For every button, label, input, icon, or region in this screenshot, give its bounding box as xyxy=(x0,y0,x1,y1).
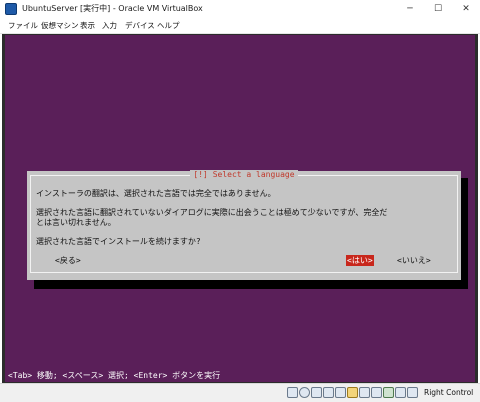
dialog-title: [!] Select a language xyxy=(190,170,298,179)
minimize-button[interactable]: ─ xyxy=(396,0,424,18)
vm-status-bar: Right Control xyxy=(0,383,480,402)
no-button[interactable]: <いいえ> xyxy=(397,255,431,266)
virtualbox-icon xyxy=(5,3,17,15)
optical-drive-icon[interactable] xyxy=(299,387,310,398)
network-icon[interactable] xyxy=(323,387,334,398)
display-icon[interactable] xyxy=(359,387,370,398)
menu-help[interactable]: ヘルプ xyxy=(157,20,180,31)
cpu-icon[interactable] xyxy=(383,387,394,398)
keyboard-icon[interactable] xyxy=(407,387,418,398)
usb-icon[interactable] xyxy=(335,387,346,398)
language-dialog: [!] Select a language インストーラの翻訳は、選択された言語… xyxy=(27,170,461,280)
menu-bar: ファイル 仮想マシン 表示 入力 デバイス ヘルプ xyxy=(0,18,480,34)
maximize-button[interactable]: ☐ xyxy=(424,0,452,18)
recording-icon[interactable] xyxy=(371,387,382,398)
vm-console[interactable]: [!] Select a language インストーラの翻訳は、選択された言語… xyxy=(5,35,475,382)
menu-input[interactable]: 入力 xyxy=(102,20,117,31)
menu-file[interactable]: ファイル xyxy=(8,20,38,31)
shared-folder-icon[interactable] xyxy=(347,387,358,398)
yes-button[interactable]: <はい> xyxy=(346,255,374,266)
menu-machine[interactable]: 仮想マシン xyxy=(41,20,79,31)
mouse-integration-icon[interactable] xyxy=(395,387,406,398)
menu-devices[interactable]: デバイス xyxy=(125,20,155,31)
dialog-message-3: とは言い切れません。 xyxy=(36,218,116,227)
hard-disk-icon[interactable] xyxy=(287,387,298,398)
window-title: UbuntuServer [実行中] - Oracle VM VirtualBo… xyxy=(22,4,203,13)
dialog-question: 選択された言語でインストールを続けますか? xyxy=(36,237,201,246)
dialog-message-1: インストーラの翻訳は、選択された言語では完全ではありません。 xyxy=(36,189,276,198)
console-help-line: <Tab> 移動; <スペース> 選択; <Enter> ボタンを実行 xyxy=(8,371,221,380)
back-button[interactable]: <戻る> xyxy=(55,255,81,266)
menu-view[interactable]: 表示 xyxy=(80,20,95,31)
host-key-label: Right Control xyxy=(424,388,474,397)
window-titlebar[interactable]: UbuntuServer [実行中] - Oracle VM VirtualBo… xyxy=(0,0,480,18)
audio-icon[interactable] xyxy=(311,387,322,398)
close-button[interactable]: ✕ xyxy=(452,0,480,18)
